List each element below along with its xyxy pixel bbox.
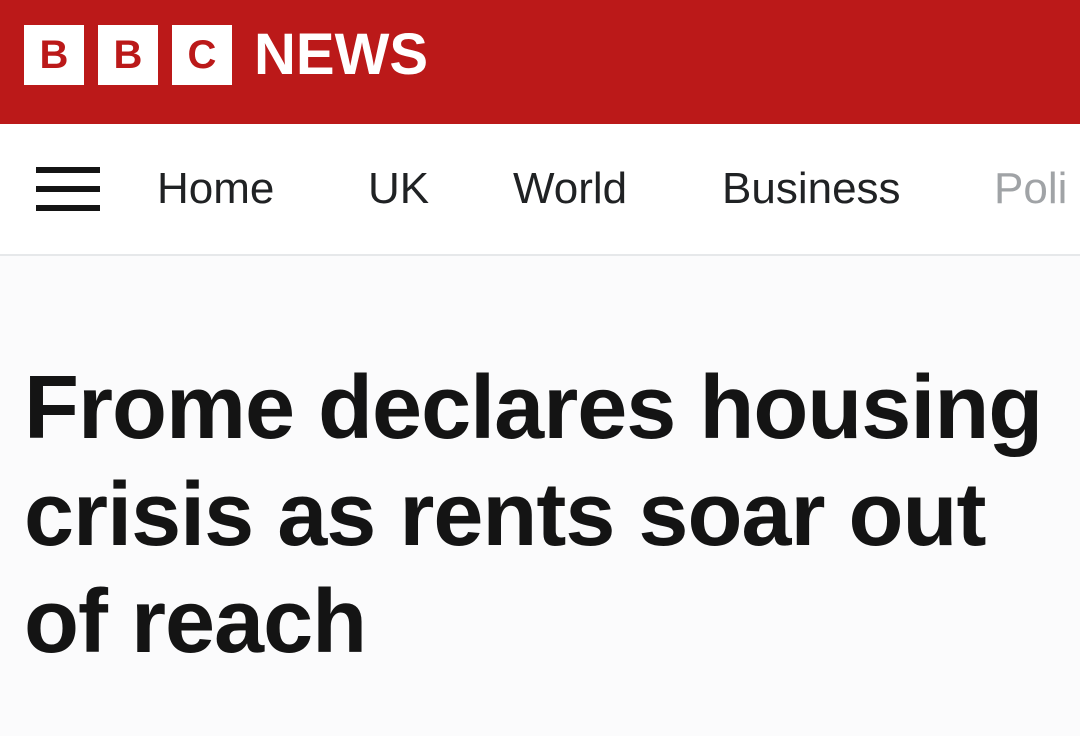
nav-item-uk[interactable]: UK xyxy=(368,162,429,216)
logo-block-c: C xyxy=(172,25,232,85)
bbc-news-logo[interactable]: B B C NEWS xyxy=(24,25,428,85)
nav-item-world[interactable]: World xyxy=(513,162,627,216)
logo-block-b2: B xyxy=(98,25,158,85)
nav-item-politics[interactable]: Poli xyxy=(994,162,1067,216)
logo-news-text: NEWS xyxy=(254,22,428,87)
hamburger-menu-icon[interactable] xyxy=(36,167,100,211)
nav-item-home[interactable]: Home xyxy=(157,162,274,216)
masthead: B B C NEWS xyxy=(0,0,1080,124)
main-navigation: Home UK World Business Poli xyxy=(0,124,1080,256)
logo-block-b1: B xyxy=(24,25,84,85)
article-headline: Frome declares housing crisis as rents s… xyxy=(24,358,1043,672)
nav-item-business[interactable]: Business xyxy=(722,162,901,216)
